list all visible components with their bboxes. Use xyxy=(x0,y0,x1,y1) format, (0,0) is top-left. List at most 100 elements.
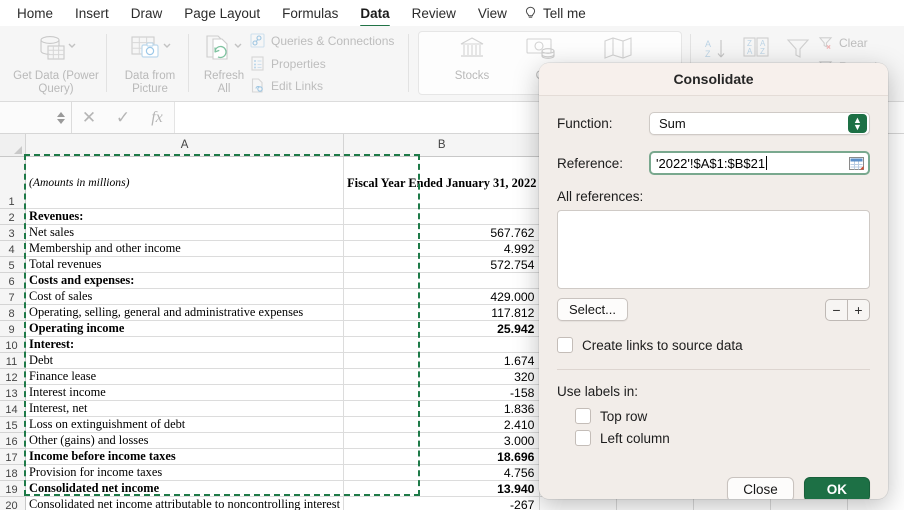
cell-b[interactable] xyxy=(344,337,540,353)
row-header[interactable]: 5 xyxy=(0,257,26,273)
create-links-row[interactable]: Create links to source data xyxy=(557,337,870,353)
cell-a[interactable]: Operating, selling, general and administ… xyxy=(26,305,344,321)
cell-a[interactable]: Finance lease xyxy=(26,369,344,385)
cell-b[interactable]: 572.754 xyxy=(344,257,540,273)
cell-b[interactable]: 4.756 xyxy=(344,465,540,481)
tell-me-button[interactable]: Tell me xyxy=(518,0,597,26)
cell-b[interactable]: 13.940 xyxy=(344,481,540,497)
cell-b[interactable]: 3.000 xyxy=(344,433,540,449)
select-button[interactable]: Select... xyxy=(557,298,628,321)
ribbon-tab-draw[interactable]: Draw xyxy=(120,0,174,26)
row-header[interactable]: 11 xyxy=(0,353,26,369)
row-header[interactable]: 19 xyxy=(0,481,26,497)
cell-a[interactable]: Provision for income taxes xyxy=(26,465,344,481)
ribbon-tab-view[interactable]: View xyxy=(467,0,518,26)
close-button[interactable]: Close xyxy=(727,477,794,499)
row-header[interactable]: 9 xyxy=(0,321,26,337)
cell-b[interactable]: 320 xyxy=(344,369,540,385)
properties-button[interactable]: Properties xyxy=(250,56,326,71)
clear-filter-button[interactable]: Clear xyxy=(818,35,868,50)
cell-b[interactable]: -267 xyxy=(344,497,540,510)
name-box[interactable] xyxy=(0,102,72,133)
ribbon-tab-insert[interactable]: Insert xyxy=(64,0,120,26)
refresh-all-button[interactable]: Refresh All xyxy=(193,29,255,96)
chevron-updown-icon[interactable]: ▲▼ xyxy=(848,114,867,133)
cell-a[interactable]: Operating income xyxy=(26,321,344,337)
cell-a[interactable]: Debt xyxy=(26,353,344,369)
row-header[interactable]: 13 xyxy=(0,385,26,401)
cell-b[interactable]: 4.992 xyxy=(344,241,540,257)
row-header[interactable]: 3 xyxy=(0,225,26,241)
queries-and-connections-button[interactable]: Queries & Connections xyxy=(250,33,394,48)
row-header[interactable]: 2 xyxy=(0,209,26,225)
cell-b[interactable]: 25.942 xyxy=(344,321,540,337)
cell-a[interactable]: Interest: xyxy=(26,337,344,353)
add-reference-button[interactable]: + xyxy=(847,300,869,320)
row-header[interactable]: 6 xyxy=(0,273,26,289)
cell-a[interactable]: Interest income xyxy=(26,385,344,401)
create-links-checkbox[interactable] xyxy=(557,337,573,353)
cell-b[interactable]: 117.812 xyxy=(344,305,540,321)
insert-function-button[interactable]: fx xyxy=(140,102,174,133)
row-header[interactable]: 20 xyxy=(0,497,26,510)
cell-b[interactable]: -158 xyxy=(344,385,540,401)
left-column-row[interactable]: Left column xyxy=(575,430,870,446)
row-header[interactable]: 16 xyxy=(0,433,26,449)
cell-a[interactable]: Consolidated net income xyxy=(26,481,344,497)
row-header[interactable]: 4 xyxy=(0,241,26,257)
row-header[interactable]: 15 xyxy=(0,417,26,433)
ribbon-tab-formulas[interactable]: Formulas xyxy=(271,0,349,26)
left-column-checkbox[interactable] xyxy=(575,430,591,446)
top-row-row[interactable]: Top row xyxy=(575,408,870,424)
cell-b[interactable]: 567.762 xyxy=(344,225,540,241)
select-all-corner[interactable] xyxy=(0,134,26,157)
name-box-stepper-icon[interactable] xyxy=(57,112,65,124)
row-header[interactable]: 1 xyxy=(0,157,26,209)
confirm-formula-button[interactable]: ✓ xyxy=(106,102,140,133)
stocks-button[interactable]: Stocks xyxy=(440,29,504,83)
ribbon-tab-home[interactable]: Home xyxy=(6,0,64,26)
cell-a[interactable]: Revenues: xyxy=(26,209,344,225)
cell-b[interactable]: 2.410 xyxy=(344,417,540,433)
cell-b[interactable]: 1.674 xyxy=(344,353,540,369)
cell-b[interactable]: 1.836 xyxy=(344,401,540,417)
row-header[interactable]: 7 xyxy=(0,289,26,305)
all-references-listbox[interactable] xyxy=(557,210,870,289)
get-data-button[interactable]: Get Data (Power Query) xyxy=(8,29,104,96)
cell-a[interactable]: Other (gains) and losses xyxy=(26,433,344,449)
cell-a[interactable]: Costs and expenses: xyxy=(26,273,344,289)
ribbon-tab-review[interactable]: Review xyxy=(401,0,467,26)
top-row-checkbox[interactable] xyxy=(575,408,591,424)
cell-a[interactable]: Interest, net xyxy=(26,401,344,417)
cell-a[interactable]: Membership and other income xyxy=(26,241,344,257)
data-from-picture-button[interactable]: Data from Picture xyxy=(112,29,188,96)
row-header[interactable]: 12 xyxy=(0,369,26,385)
row-header[interactable]: 10 xyxy=(0,337,26,353)
cell-a[interactable]: Total revenues xyxy=(26,257,344,273)
row-header[interactable]: 17 xyxy=(0,449,26,465)
ribbon-tab-data[interactable]: Data xyxy=(349,0,400,26)
edit-links-button[interactable]: Edit Links xyxy=(250,78,323,93)
cell-a[interactable]: Income before income taxes xyxy=(26,449,344,465)
column-header-b[interactable]: B xyxy=(344,134,540,157)
cell-b[interactable]: Fiscal Year Ended January 31, 2022 xyxy=(344,157,540,209)
row-header[interactable]: 14 xyxy=(0,401,26,417)
remove-reference-button[interactable]: − xyxy=(826,300,847,320)
cell-a[interactable]: Loss on extinguishment of debt xyxy=(26,417,344,433)
cancel-formula-button[interactable]: ✕ xyxy=(72,102,106,133)
row-header[interactable]: 18 xyxy=(0,465,26,481)
column-header-a[interactable]: A xyxy=(26,134,344,157)
cell-b[interactable]: 429.000 xyxy=(344,289,540,305)
cell-b[interactable]: 18.696 xyxy=(344,449,540,465)
ribbon-tab-page-layout[interactable]: Page Layout xyxy=(173,0,271,26)
cell-b[interactable] xyxy=(344,273,540,289)
ok-button[interactable]: OK xyxy=(804,477,870,499)
range-picker-icon[interactable] xyxy=(849,157,864,170)
cell-a[interactable]: Net sales xyxy=(26,225,344,241)
function-select[interactable]: Sum ▲▼ xyxy=(649,112,870,135)
cell-a[interactable]: Consolidated net income attributable to … xyxy=(26,497,344,510)
reference-input[interactable]: '2022'!$A$1:$B$21 xyxy=(649,151,870,175)
cell-a[interactable]: Cost of sales xyxy=(26,289,344,305)
cell-b[interactable] xyxy=(344,209,540,225)
row-header[interactable]: 8 xyxy=(0,305,26,321)
